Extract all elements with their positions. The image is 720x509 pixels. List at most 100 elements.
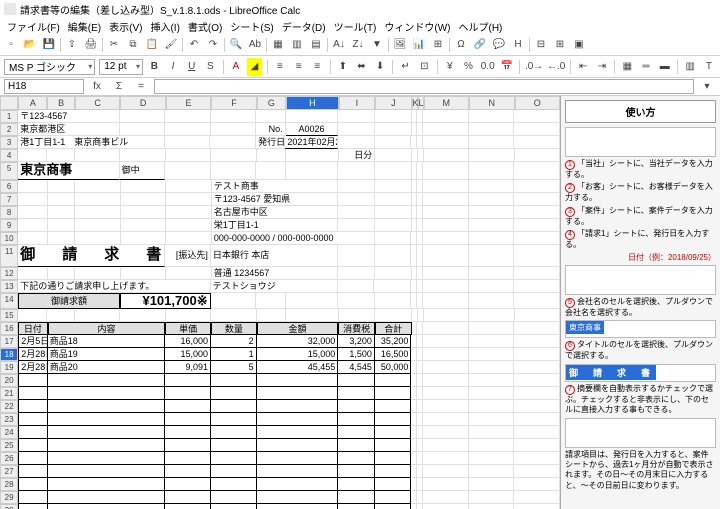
cell[interactable] [514, 348, 560, 361]
cell[interactable] [423, 193, 469, 206]
cell[interactable] [75, 219, 121, 232]
date-icon[interactable]: 📅 [500, 58, 515, 76]
cell[interactable] [166, 193, 212, 206]
cell[interactable] [375, 136, 412, 149]
row-header[interactable]: 12 [0, 267, 18, 280]
cell[interactable] [375, 478, 412, 491]
row-header[interactable]: 27 [0, 465, 18, 478]
cell[interactable] [338, 491, 375, 504]
cell[interactable]: 000-000-0000 / 000-000-0000 [212, 232, 375, 245]
cell[interactable] [375, 162, 412, 180]
cell[interactable]: 9,091 [165, 361, 211, 374]
cell[interactable] [166, 267, 212, 280]
cell[interactable] [18, 439, 47, 452]
sheet-area[interactable]: ABCDEFGHIJKLMNO 1〒123-45672東京都港区No.A0026… [0, 96, 560, 509]
cell[interactable] [211, 465, 257, 478]
cell[interactable] [469, 110, 515, 123]
cell[interactable] [375, 504, 412, 509]
header-icon[interactable]: H [509, 36, 527, 54]
print-icon[interactable]: 🖨 [82, 36, 100, 54]
col-icon[interactable]: ▥ [288, 36, 306, 54]
cell[interactable]: 合計 [375, 322, 412, 335]
menu-item[interactable]: ファイル(F) [4, 19, 63, 34]
cell[interactable] [469, 232, 515, 245]
cell[interactable] [48, 193, 76, 206]
cell[interactable] [75, 232, 121, 245]
sum-icon[interactable]: Σ [110, 78, 128, 96]
cell[interactable] [514, 136, 560, 149]
cell[interactable] [338, 180, 375, 193]
cell[interactable]: 栄1丁目1-1 [212, 219, 339, 232]
font-color-icon[interactable]: A [228, 58, 243, 76]
indent-dec-icon[interactable]: ⇤ [576, 58, 591, 76]
cell[interactable]: 数量 [211, 322, 257, 335]
cell[interactable] [121, 219, 167, 232]
cell[interactable] [257, 309, 286, 322]
row-header[interactable]: 9 [0, 219, 18, 232]
border-icon[interactable]: ▦ [620, 58, 635, 76]
align-top-icon[interactable]: ⬆ [335, 58, 350, 76]
cell[interactable] [469, 206, 515, 219]
cell[interactable] [211, 162, 257, 180]
cell[interactable] [121, 232, 167, 245]
cell[interactable] [48, 504, 166, 509]
row-header[interactable]: 23 [0, 413, 18, 426]
cell[interactable] [286, 149, 339, 162]
cell[interactable] [48, 465, 166, 478]
align-right-icon[interactable]: ≡ [310, 58, 325, 76]
cell[interactable]: 2021年02月28日 [285, 136, 338, 149]
cell[interactable] [165, 491, 211, 504]
cell[interactable] [423, 387, 469, 400]
cell[interactable] [375, 267, 412, 280]
cell[interactable] [423, 452, 469, 465]
cell[interactable] [423, 348, 469, 361]
cell[interactable] [423, 293, 469, 309]
font-size-combo[interactable]: 12 pt [99, 59, 143, 75]
cell[interactable]: 2月28日 [18, 361, 47, 374]
cell[interactable] [257, 439, 339, 452]
cell[interactable] [423, 322, 469, 335]
cell[interactable] [48, 400, 166, 413]
col-header[interactable]: B [47, 96, 74, 110]
cell[interactable] [423, 162, 469, 180]
indent-inc-icon[interactable]: ⇥ [595, 58, 610, 76]
row-header[interactable]: 10 [0, 232, 18, 245]
cell[interactable] [338, 293, 375, 309]
cell[interactable]: 5 [211, 361, 257, 374]
cell[interactable] [338, 206, 375, 219]
cell[interactable] [469, 219, 515, 232]
sort-asc-icon[interactable]: A↓ [330, 36, 348, 54]
cell[interactable]: A0026 [286, 123, 339, 136]
cell[interactable] [423, 232, 469, 245]
cell[interactable] [469, 361, 515, 374]
cell[interactable] [375, 293, 412, 309]
cell[interactable] [211, 452, 257, 465]
cell[interactable] [375, 309, 411, 322]
cell[interactable] [166, 309, 211, 322]
row-header[interactable]: 29 [0, 491, 18, 504]
cell[interactable] [120, 149, 165, 162]
cell[interactable] [423, 219, 469, 232]
cell[interactable] [18, 219, 47, 232]
cell[interactable] [338, 162, 375, 180]
cell[interactable] [211, 413, 257, 426]
cell[interactable]: ¥101,700※ [120, 293, 211, 309]
cell[interactable] [286, 309, 339, 322]
cell[interactable] [469, 400, 515, 413]
cell[interactable] [47, 149, 74, 162]
fx-icon[interactable]: fx [88, 78, 106, 96]
undo-icon[interactable]: ↶ [185, 36, 203, 54]
comment-icon[interactable]: 💬 [490, 36, 508, 54]
cell[interactable] [120, 309, 165, 322]
cell[interactable] [338, 123, 375, 136]
cell[interactable] [469, 267, 515, 280]
cell[interactable] [469, 280, 515, 293]
cell[interactable] [375, 232, 412, 245]
cell[interactable] [375, 219, 412, 232]
align-bot-icon[interactable]: ⬇ [373, 58, 388, 76]
cell[interactable] [286, 293, 339, 309]
cell[interactable] [514, 400, 560, 413]
row-header[interactable]: 15 [0, 309, 18, 322]
cell[interactable] [18, 504, 47, 509]
cell[interactable] [257, 387, 339, 400]
